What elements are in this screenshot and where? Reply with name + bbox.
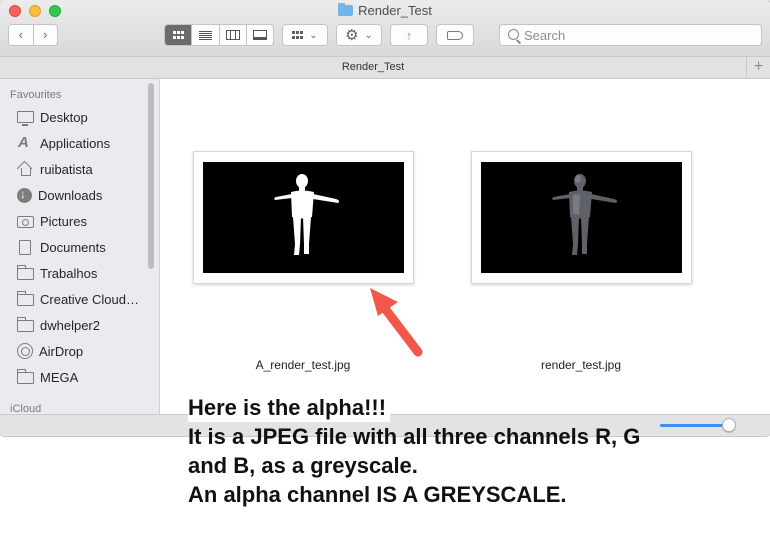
file-thumbnail-render-test[interactable] (471, 151, 692, 284)
annotation-line: and B, as a greyscale. (188, 453, 418, 478)
view-mode-segmented-control (164, 24, 274, 46)
folder-icon (16, 291, 34, 306)
path-tab-bar: Render_Test + (0, 56, 770, 79)
sidebar-item-label: Pictures (40, 213, 87, 229)
sidebar-item-label: Creative Cloud… (40, 291, 139, 307)
column-view-button[interactable] (218, 25, 246, 45)
title-bar: Render_Test ‹ › ⌄ ⚙ ⌄ ↑ (0, 0, 770, 56)
navigation-buttons: ‹ › (8, 24, 58, 46)
action-caret: ⌄ (364, 29, 373, 41)
folder-icon (16, 317, 34, 332)
annotation-arrow (370, 288, 423, 357)
sidebar-item-documents[interactable]: Documents (17, 236, 147, 258)
sidebar-item-creative-cloud[interactable]: Creative Cloud… (16, 288, 147, 310)
desktop-icon (17, 111, 34, 126)
file-name[interactable]: render_test.jpg (471, 358, 691, 372)
thumbnail-image (203, 162, 404, 273)
back-button[interactable]: ‹ (9, 25, 33, 45)
sidebar: Favourites Desktop Applications ruibatis… (0, 79, 160, 414)
folder-icon (16, 369, 34, 384)
annotation-line: An alpha channel IS A GREYSCALE. (188, 482, 567, 507)
sidebar-item-airdrop[interactable]: AirDrop (17, 340, 147, 362)
search-input[interactable] (524, 26, 754, 44)
share-icon: ↑ (405, 27, 413, 43)
search-field[interactable] (499, 24, 762, 46)
arrange-button[interactable]: ⌄ (282, 24, 328, 46)
column-view-icon (225, 30, 240, 40)
airdrop-icon (17, 343, 33, 359)
sidebar-item-trabalhos[interactable]: Trabalhos (16, 262, 147, 284)
sidebar-item-downloads[interactable]: Downloads (17, 184, 147, 206)
gear-icon: ⚙ (345, 27, 359, 44)
file-browser-content: A_render_test.jpg render_test.jpg (161, 79, 770, 414)
tab-title[interactable]: Render_Test (0, 61, 746, 73)
sidebar-item-mega[interactable]: MEGA (16, 366, 147, 388)
sidebar-item-dwhelper2[interactable]: dwhelper2 (16, 314, 147, 336)
documents-icon (19, 239, 31, 255)
annotation-text: Here is the alpha!!! It is a JPEG file w… (188, 393, 718, 509)
applications-icon (17, 134, 34, 151)
arrange-icon (292, 31, 304, 39)
sidebar-item-applications[interactable]: Applications (17, 132, 147, 154)
sidebar-heading-icloud: iCloud (10, 403, 42, 414)
window-title-text: Render_Test (358, 3, 432, 18)
sidebar-heading-favourites: Favourites (10, 89, 62, 101)
sidebar-item-desktop[interactable]: Desktop (17, 106, 147, 128)
sidebar-item-label: AirDrop (39, 343, 84, 359)
sidebar-item-label: ruibatista (40, 161, 93, 177)
home-icon (17, 162, 34, 176)
sidebar-item-home[interactable]: ruibatista (17, 158, 147, 180)
sidebar-item-label: Trabalhos (40, 265, 98, 281)
arrange-caret: ⌄ (309, 29, 318, 41)
icon-view-icon (172, 31, 184, 39)
sidebar-item-label: MEGA (40, 369, 79, 385)
sidebar-item-pictures[interactable]: Pictures (17, 210, 147, 232)
new-tab-button[interactable]: + (746, 57, 770, 78)
tag-button[interactable] (436, 24, 474, 46)
list-view-icon (198, 30, 212, 40)
forward-button[interactable]: › (32, 25, 58, 45)
search-icon (508, 29, 519, 40)
annotation-line: Here is the alpha!!! (188, 393, 391, 422)
pictures-icon (17, 216, 34, 228)
finder-window: Render_Test ‹ › ⌄ ⚙ ⌄ ↑ Search Render_Te… (0, 0, 770, 436)
icon-size-slider-knob[interactable] (722, 418, 736, 432)
share-button[interactable]: ↑ (390, 24, 428, 46)
list-view-button[interactable] (191, 25, 218, 45)
annotation-line: It is a JPEG file with all three channel… (188, 424, 641, 449)
sidebar-item-label: Desktop (40, 109, 88, 125)
sidebar-item-label: Downloads (38, 187, 103, 203)
icon-view-button[interactable] (165, 25, 192, 45)
sidebar-scrollbar[interactable] (148, 83, 154, 269)
sidebar-item-label: Documents (40, 239, 106, 255)
action-button[interactable]: ⚙ ⌄ (336, 24, 382, 46)
window-title: Render_Test (0, 3, 770, 18)
tag-icon (447, 30, 463, 40)
folder-icon (338, 3, 354, 16)
sidebar-item-label: Applications (40, 135, 111, 151)
cover-flow-button[interactable] (245, 25, 273, 45)
thumbnail-image (481, 162, 682, 273)
downloads-icon (17, 187, 32, 203)
cover-flow-icon (252, 30, 267, 40)
folder-icon (16, 265, 34, 280)
file-thumbnail-a-render-test[interactable] (193, 151, 414, 284)
sidebar-item-label: dwhelper2 (40, 317, 100, 333)
